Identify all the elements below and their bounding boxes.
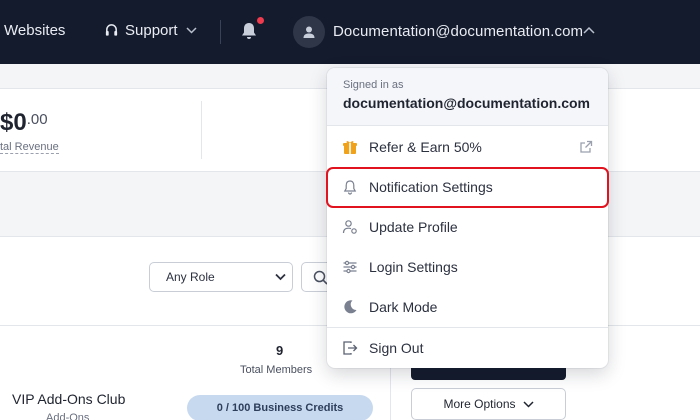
user-gear-icon [342, 220, 357, 234]
menu-item-update-profile[interactable]: Update Profile [327, 207, 608, 247]
business-credits-badge: 0 / 100 Business Credits [187, 395, 373, 420]
sliders-icon [343, 260, 357, 274]
total-members-count: 9 [276, 343, 284, 358]
total-members-label: Total Members [240, 364, 313, 376]
total-revenue-value: $0.00 [0, 109, 48, 136]
signed-in-header: Signed in as documentation@documentation… [327, 68, 608, 126]
chevron-down-icon [275, 273, 286, 281]
notification-indicator-dot [257, 17, 264, 24]
menu-item-login-settings[interactable]: Login Settings [327, 247, 608, 287]
account-menu-toggle[interactable]: Documentation@documentation.com [333, 23, 583, 40]
total-revenue-label[interactable]: tal Revenue [0, 141, 59, 154]
more-options-button[interactable]: More Options [411, 388, 566, 420]
group-category: Add-Ons [46, 412, 90, 420]
headset-icon [105, 24, 118, 36]
menu-item-sign-out[interactable]: Sign Out [327, 328, 608, 368]
menu-item-dark-mode[interactable]: Dark Mode [327, 287, 608, 327]
nav-websites-link[interactable]: Websites [4, 22, 65, 39]
role-filter-select[interactable]: Any Role [149, 262, 293, 292]
group-name: VIP Add-Ons Club [12, 391, 126, 407]
nav-support-label: Support [125, 22, 178, 39]
account-dropdown-menu: Signed in as documentation@documentation… [327, 68, 608, 368]
stats-divider [201, 101, 202, 159]
nav-divider [220, 20, 221, 44]
search-icon [313, 270, 328, 285]
signed-in-label: Signed in as [343, 79, 404, 91]
nav-support-menu[interactable]: Support [104, 22, 203, 39]
chevron-up-icon[interactable] [583, 26, 595, 34]
sign-out-icon [343, 341, 358, 355]
moon-icon [344, 300, 357, 314]
user-icon [303, 26, 315, 38]
top-navigation-bar: Websites Support Documentation@documenta… [0, 0, 700, 64]
external-link-icon [580, 140, 593, 153]
notification-settings-highlight [326, 167, 609, 208]
chevron-down-icon [186, 27, 197, 34]
user-avatar[interactable] [293, 16, 325, 48]
signed-in-email: documentation@documentation.com [343, 95, 590, 111]
chevron-down-icon [522, 400, 534, 408]
menu-item-refer-earn[interactable]: Refer & Earn 50% [327, 127, 608, 167]
notifications-bell-icon[interactable] [240, 21, 258, 41]
gift-icon [343, 141, 357, 154]
